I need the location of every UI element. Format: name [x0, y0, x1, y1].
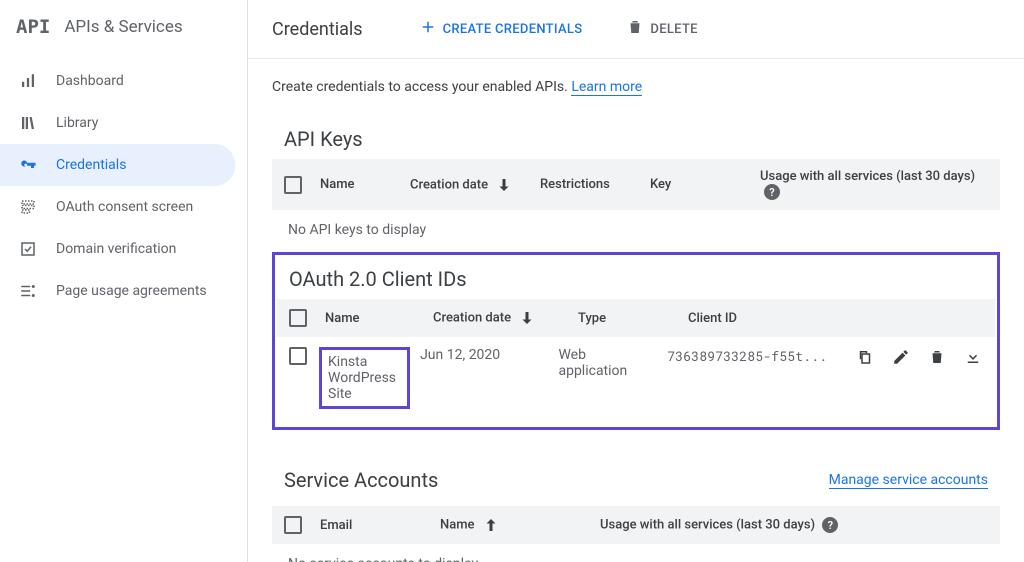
row-actions: [855, 347, 983, 367]
page-header: Credentials CREATE CREDENTIALS DELETE: [248, 0, 1024, 59]
sidebar-item-label: Page usage agreements: [56, 283, 207, 299]
oauth-header-row: Name Creation date Type Client ID: [277, 299, 995, 337]
download-icon[interactable]: [963, 347, 983, 367]
oauth-table: Name Creation date Type Client ID Kinsta…: [277, 299, 995, 419]
delete-icon[interactable]: [927, 347, 947, 367]
sidebar-item-label: Library: [56, 115, 98, 131]
main-content: Credentials CREATE CREDENTIALS DELETE Cr…: [248, 0, 1024, 562]
col-creation-date[interactable]: Creation date: [433, 309, 578, 327]
select-all-checkbox[interactable]: [284, 516, 302, 534]
sidebar-item-domain-verification[interactable]: Domain verification: [0, 228, 235, 270]
api-keys-header-row: Name Creation date Restrictions Key Usag…: [272, 159, 1000, 210]
arrow-up-icon: [482, 516, 500, 534]
plus-icon: [419, 18, 437, 40]
table-row[interactable]: Kinsta WordPress Site Jun 12, 2020 Web a…: [277, 337, 995, 419]
oauth-row-created: Jun 12, 2020: [420, 347, 558, 363]
api-keys-title: API Keys: [272, 119, 1000, 159]
col-client-id[interactable]: Client ID: [688, 311, 983, 326]
oauth-row-type: Web application: [558, 347, 667, 379]
select-all-checkbox[interactable]: [289, 309, 307, 327]
sidebar-item-credentials[interactable]: Credentials: [0, 144, 235, 186]
sidebar-item-page-usage[interactable]: Page usage agreements: [0, 270, 235, 312]
learn-more-link[interactable]: Learn more: [571, 79, 642, 96]
oauth-highlight: OAuth 2.0 Client IDs Name Creation date …: [272, 252, 1000, 430]
row-checkbox[interactable]: [289, 347, 307, 365]
col-usage[interactable]: Usage with all services (last 30 days) ?: [600, 517, 988, 533]
sidebar-item-oauth-consent[interactable]: OAuth consent screen: [0, 186, 235, 228]
button-label: CREATE CREDENTIALS: [443, 22, 583, 37]
button-label: DELETE: [650, 22, 697, 37]
settings-icon: [18, 281, 38, 301]
col-name[interactable]: Name: [325, 311, 433, 326]
oauth-row-name[interactable]: Kinsta WordPress Site: [328, 354, 396, 402]
key-icon: [18, 155, 38, 175]
sidebar: API APIs & Services Dashboard Library Cr…: [0, 0, 248, 562]
page-title: Credentials: [272, 19, 363, 40]
col-email[interactable]: Email: [320, 518, 440, 533]
copy-icon[interactable]: [855, 347, 875, 367]
col-creation-date[interactable]: Creation date: [410, 176, 540, 194]
sidebar-item-label: Domain verification: [56, 241, 176, 257]
sidebar-item-label: Dashboard: [56, 73, 124, 89]
help-icon[interactable]: ?: [822, 517, 838, 533]
col-restrictions[interactable]: Restrictions: [540, 177, 650, 192]
api-keys-table: Name Creation date Restrictions Key Usag…: [272, 159, 1000, 250]
col-usage[interactable]: Usage with all services (last 30 days) ?: [760, 169, 988, 200]
sidebar-item-label: OAuth consent screen: [56, 199, 193, 215]
select-all-checkbox[interactable]: [284, 176, 302, 194]
sidebar-item-library[interactable]: Library: [0, 102, 235, 144]
library-icon: [18, 113, 38, 133]
service-accounts-header-row: Email Name Usage with all services (last…: [272, 506, 1000, 544]
dashboard-icon: [18, 71, 38, 91]
sidebar-item-label: Credentials: [56, 157, 126, 173]
col-type[interactable]: Type: [578, 311, 688, 326]
col-key[interactable]: Key: [650, 177, 760, 192]
arrow-down-icon: [518, 309, 536, 327]
brand-title: APIs & Services: [64, 17, 182, 37]
api-keys-empty: No API keys to display: [272, 210, 1000, 250]
delete-button[interactable]: DELETE: [618, 12, 705, 46]
check-icon: [18, 239, 38, 259]
sidebar-nav: Dashboard Library Credentials OAuth cons…: [0, 52, 247, 312]
consent-icon: [18, 197, 38, 217]
edit-icon[interactable]: [891, 347, 911, 367]
service-accounts-title: Service Accounts: [284, 460, 450, 500]
brand-header: API APIs & Services: [0, 8, 247, 52]
create-credentials-button[interactable]: CREATE CREDENTIALS: [411, 12, 591, 46]
arrow-down-icon: [495, 176, 513, 194]
oauth-row-client-id: 736389733285-f55t...: [667, 347, 855, 365]
service-accounts-empty: No service accounts to display: [272, 544, 1000, 562]
brand-logo: API: [16, 16, 50, 38]
help-icon[interactable]: ?: [764, 184, 780, 200]
col-name[interactable]: Name: [320, 177, 410, 192]
service-accounts-table: Email Name Usage with all services (last…: [272, 506, 1000, 562]
oauth-title: OAuth 2.0 Client IDs: [277, 259, 995, 299]
col-name[interactable]: Name: [440, 516, 600, 534]
intro-text: Create credentials to access your enable…: [272, 79, 1000, 95]
sidebar-item-dashboard[interactable]: Dashboard: [0, 60, 235, 102]
trash-icon: [626, 18, 644, 40]
manage-service-accounts-link[interactable]: Manage service accounts: [829, 472, 988, 489]
